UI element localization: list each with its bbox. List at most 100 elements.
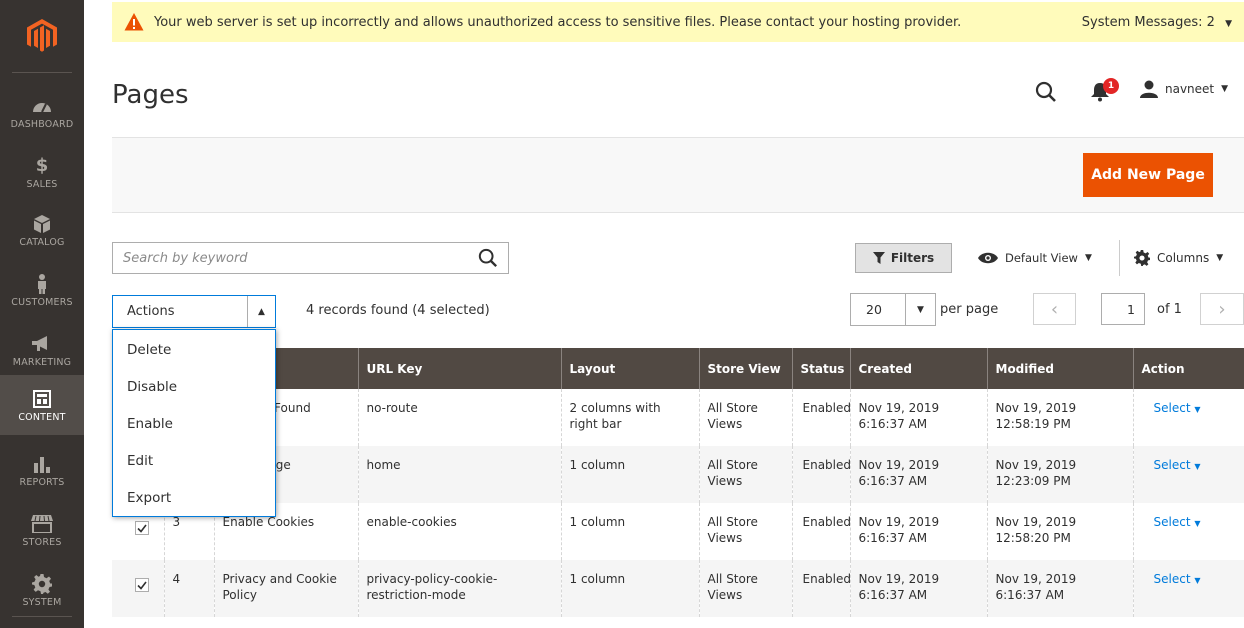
columns-label: Columns [1157,251,1210,265]
funnel-icon [872,252,885,264]
filters-button[interactable]: Filters [855,243,952,273]
row-action-select[interactable]: Select ▼ [1132,560,1244,617]
per-page-label: per page [940,302,999,317]
megaphone-icon [32,333,52,355]
cell-title: Privacy and Cookie Policy [213,560,358,617]
system-messages-toggle[interactable]: System Messages: 2 ▼ [1082,15,1232,30]
next-page-button[interactable]: › [1200,293,1244,325]
sidebar-item-dashboard[interactable]: DASHBOARD [0,82,84,142]
global-search-button[interactable] [1035,81,1057,107]
row-checkbox[interactable] [135,521,149,535]
table-row[interactable]: 1 404 Not Found no-route 2 columns with … [112,389,1244,446]
sidebar-item-label: SYSTEM [22,596,62,608]
sidebar-item-catalog[interactable]: CATALOG [0,200,84,260]
cell-url-key: no-route [357,389,561,446]
sidebar-item-label: REPORTS [19,476,65,488]
sidebar-divider [12,72,72,73]
sidebar-item-customers[interactable]: CUSTOMERS [0,260,84,320]
menu-item-enable[interactable]: Enable [113,405,275,442]
column-header-modified[interactable]: Modified [986,348,1133,389]
sidebar-item-content[interactable]: CONTENT [0,375,84,435]
cell-modified: Nov 19, 2019 12:58:20 PM [986,503,1133,560]
cell-status: Enabled [791,560,850,617]
sidebar-item-sales[interactable]: $ SALES [0,142,84,202]
cell-url-key: home [357,446,561,503]
cell-modified: Nov 19, 2019 12:23:09 PM [986,446,1133,503]
chevron-down-icon: ▼ [1225,18,1232,29]
menu-item-delete[interactable]: Delete [113,331,275,368]
columns-selector[interactable]: Columns ▼ [1134,243,1223,273]
page-title: Pages [112,80,189,110]
cell-created: Nov 19, 2019 6:16:37 AM [849,389,987,446]
row-action-label: Select [1153,572,1191,586]
cell-layout: 1 column [560,560,699,617]
user-menu[interactable]: navneet ▼ [1140,80,1228,98]
row-action-select[interactable]: Select ▼ [1132,446,1244,503]
cell-layout: 1 column [560,503,699,560]
sidebar-item-reports[interactable]: REPORTS [0,440,84,500]
cell-created: Nov 19, 2019 6:16:37 AM [849,503,987,560]
menu-item-edit[interactable]: Edit [113,442,275,479]
column-header-status[interactable]: Status [791,348,850,389]
gear-icon [32,573,52,595]
cell-layout: 2 columns with right bar [560,389,699,446]
magento-logo[interactable] [0,0,84,72]
view-label: Default View [1005,251,1078,265]
column-header-layout[interactable]: Layout [560,348,699,389]
chevron-up-icon: ▲ [247,296,275,327]
menu-item-disable[interactable]: Disable [113,368,275,405]
sidebar-item-system[interactable]: SYSTEM [0,560,84,620]
mass-actions-menu: Delete Disable Enable Edit Export [112,329,276,517]
row-action-label: Select [1153,515,1191,529]
pages-grid: ID Title URL Key Layout Store View Statu… [112,348,1244,617]
cell-store-view: All Store Views [698,503,792,560]
page-actions-bar [112,137,1244,213]
cell-modified: Nov 19, 2019 12:58:19 PM [986,389,1133,446]
menu-item-export[interactable]: Export [113,479,275,516]
add-new-page-button[interactable]: Add New Page [1083,153,1213,197]
dashboard-icon [32,95,52,117]
records-found-text: 4 records found (4 selected) [306,303,490,318]
column-header-store-view[interactable]: Store View [698,348,792,389]
column-header-created[interactable]: Created [849,348,987,389]
page-number-input[interactable]: 1 [1101,293,1145,325]
cell-url-key: privacy-policy-cookie-restriction-mode [357,560,561,617]
table-row[interactable]: 2 Home Page home 1 column All Store View… [112,446,1244,503]
mass-actions-dropdown[interactable]: Actions ▲ [112,295,276,328]
sidebar-item-marketing[interactable]: MARKETING [0,320,84,380]
sidebar-item-label: CATALOG [19,236,65,248]
table-row[interactable]: 3 Enable Cookies enable-cookies 1 column… [112,503,1244,560]
table-row[interactable]: 4 Privacy and Cookie Policy privacy-poli… [112,560,1244,617]
search-submit-button[interactable] [468,248,508,268]
row-select-cell[interactable] [112,560,164,617]
row-checkbox[interactable] [135,578,149,592]
toolbar-divider [1119,240,1120,276]
sidebar-item-label: CONTENT [18,411,66,423]
previous-page-button[interactable]: ‹ [1033,293,1076,325]
search-icon [478,248,498,268]
checkmark-icon [137,581,147,590]
sidebar-item-label: DASHBOARD [10,118,74,130]
sidebar-divider [12,616,72,617]
filters-label: Filters [890,251,935,265]
chevron-left-icon: ‹ [1050,298,1059,320]
row-action-select[interactable]: Select ▼ [1132,503,1244,560]
cell-url-key: enable-cookies [357,503,561,560]
layout-icon [33,388,51,410]
system-message-text: Your web server is set up incorrectly an… [154,14,962,30]
page-total-label: of 1 [1157,302,1182,317]
row-action-select[interactable]: Select ▼ [1132,389,1244,446]
search-input[interactable] [113,243,468,273]
mass-actions-label: Actions [127,304,175,319]
cell-status: Enabled [791,446,850,503]
warning-icon [124,13,144,31]
chevron-down-icon: ▼ [905,294,935,325]
dollar-icon: $ [35,155,49,176]
cell-id: 4 [163,560,214,617]
notification-count-badge: 1 [1103,78,1119,94]
column-header-url-key[interactable]: URL Key [357,348,561,389]
sidebar-item-stores[interactable]: STORES [0,500,84,560]
store-icon [31,513,53,535]
per-page-select[interactable]: 20 ▼ [850,293,936,326]
view-selector[interactable]: Default View ▼ [978,243,1092,273]
